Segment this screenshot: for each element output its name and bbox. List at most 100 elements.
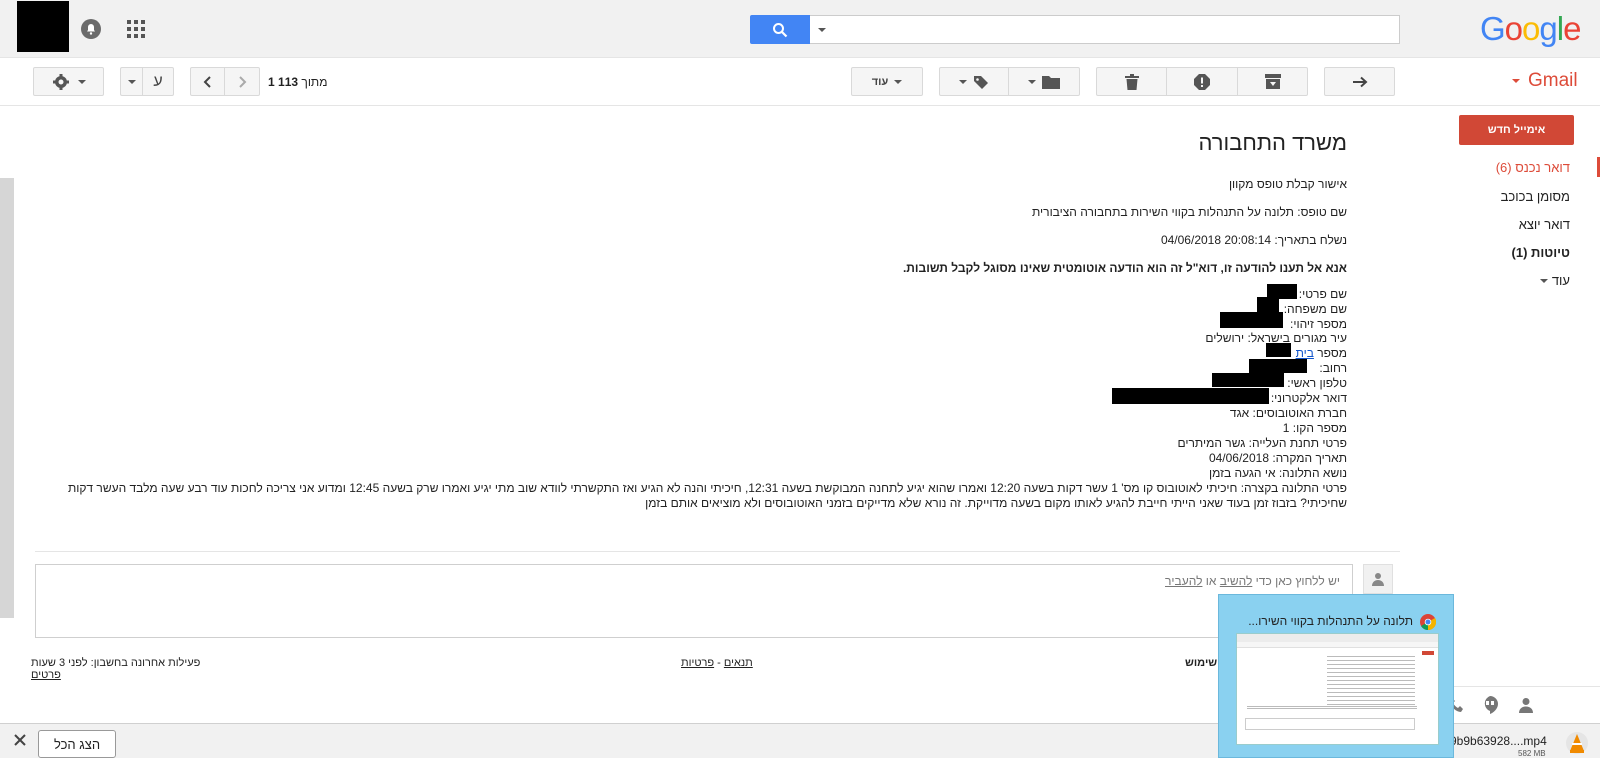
delete-button[interactable]	[1096, 67, 1167, 96]
compose-button[interactable]: אימייל חדש	[1459, 115, 1574, 145]
search-options-dropdown[interactable]	[810, 15, 834, 44]
account-avatar[interactable]	[17, 1, 69, 52]
chrome-icon	[1420, 614, 1437, 631]
auto-reply-warning: אנא אל תענו להודעה זו, דוא"ל זה הוא הודע…	[902, 261, 1347, 275]
folder-icon	[1042, 75, 1060, 89]
sidebar-item-label: דואר יוצא	[1518, 217, 1570, 232]
sidebar-item-label: עוד	[1551, 273, 1570, 288]
reply-prompt: יש ללחוץ כאן כדי להשיב או להעביר	[1165, 574, 1340, 588]
thumbnail-reply-box	[1245, 718, 1415, 730]
newer-button[interactable]	[190, 67, 225, 96]
redaction-block	[1266, 343, 1291, 357]
person-icon	[1372, 573, 1384, 586]
sidebar-item-starred[interactable]: מסומן בכוכב	[1501, 189, 1570, 204]
field-house-number: מספר בית	[1296, 346, 1347, 360]
field-first-name: שם פרטי:	[1298, 287, 1347, 301]
message-line: שם טופס: תלונה על התנהלות בקווי השירות ב…	[1031, 205, 1347, 219]
field-phone: טלפון ראשי:	[1287, 376, 1347, 390]
field-boarding-station: פרטי תחנת העלייה: גשר המיתרים	[1177, 436, 1348, 450]
field-line-number: מספר הקו: 1	[1282, 421, 1347, 435]
gmail-app-menu[interactable]: Gmail	[1512, 70, 1578, 92]
labels-button[interactable]	[939, 67, 1009, 96]
download-file-size: 582 MB	[1518, 749, 1546, 758]
settings-button[interactable]	[33, 67, 104, 96]
redaction-block	[1112, 388, 1269, 404]
download-file-name[interactable]: 9b9b63928....mp4	[1450, 734, 1547, 748]
window-preview-popup[interactable]: תלונה על התנהלות בקווי השירו...	[1218, 594, 1454, 758]
left-scrollbar[interactable]	[0, 178, 14, 618]
contacts-person-icon[interactable]	[1518, 697, 1534, 713]
field-street: רחוב:	[1319, 361, 1347, 375]
sidebar-item-label: מסומן בכוכב	[1500, 189, 1570, 204]
sidebar-item-drafts[interactable]: טיוטות (1)	[1511, 245, 1570, 260]
gmail-label: Gmail	[1528, 70, 1578, 91]
language-button[interactable]: ע	[142, 67, 174, 96]
redaction-block	[1249, 359, 1307, 373]
last-activity: פעילות אחרונה בחשבון: לפני 3 שעות	[31, 657, 201, 669]
older-button[interactable]	[225, 67, 260, 96]
field-complaint-subject: נושא התלונה: אי הגעה בזמן	[1208, 466, 1347, 480]
spam-alert-icon	[1194, 73, 1210, 90]
archive-icon	[1264, 74, 1281, 89]
message-line: אישור קבלת טופס מקוון	[1228, 177, 1347, 191]
message-line: נשלח בתאריך: 20:08:14 04/06/2018	[1160, 233, 1347, 247]
apps-grid-icon[interactable]	[127, 20, 145, 38]
field-complaint-details: פרטי התלונה בקצרה: חיכיתי לאוטובוס קו מס…	[67, 481, 1347, 495]
terms-link[interactable]: תנאים	[724, 657, 753, 669]
chevron-down-icon	[127, 79, 136, 84]
thumbnail-text-lines	[1327, 656, 1415, 706]
chevron-down-icon	[1512, 79, 1520, 83]
search-input[interactable]	[834, 15, 1400, 44]
pager-text: 1 מתוך 113	[268, 75, 327, 89]
hangouts-icon[interactable]	[1481, 695, 1499, 715]
field-complaint-details: שחיכיתי? בזבוז זמן בעוד שאני הייתי חייבת…	[645, 496, 1347, 510]
thumbnail-long-lines	[1247, 706, 1417, 710]
sidebar-item-label: דואר נכנס (6)	[1495, 160, 1570, 175]
chevron-down-icon	[894, 79, 903, 84]
pager-total: 113	[278, 75, 299, 89]
sidebar-item-inbox[interactable]: דואר נכנס (6)	[1496, 160, 1570, 175]
chevron-down-icon	[77, 79, 86, 84]
move-to-button[interactable]	[1009, 67, 1080, 96]
redaction-block	[1257, 297, 1279, 313]
more-button[interactable]: עוד	[851, 67, 923, 96]
field-bus-company: חברת האוטובוסים: אגד	[1229, 406, 1347, 420]
archive-button[interactable]	[1238, 67, 1308, 96]
vlc-file-icon[interactable]	[1566, 731, 1588, 755]
reply-box[interactable]: יש ללחוץ כאן כדי להשיב או להעביר	[35, 564, 1353, 638]
chevron-down-icon	[818, 27, 826, 32]
close-icon[interactable]	[13, 733, 27, 747]
pager-of: מתוך	[301, 75, 328, 89]
sidebar-item-more[interactable]: עוד	[1539, 273, 1570, 288]
more-label: עוד	[871, 75, 889, 88]
chevron-down-icon	[959, 79, 967, 84]
chevron-down-icon	[1028, 79, 1036, 84]
sidebar-item-sent[interactable]: דואר יוצא	[1519, 217, 1570, 232]
report-spam-button[interactable]	[1167, 67, 1238, 96]
thumbnail-toolbar	[1237, 642, 1438, 648]
redaction-block	[1212, 373, 1284, 387]
usage-label: שימוש	[1185, 657, 1218, 669]
thumbnail-compose	[1422, 651, 1434, 655]
language-dropdown-arrow[interactable]	[120, 67, 142, 96]
forward-link[interactable]: להעביר	[1165, 574, 1202, 588]
search-icon	[773, 22, 788, 37]
field-incident-date: תאריך המקרה: 04/06/2018	[1208, 451, 1347, 465]
house-link[interactable]: בית	[1296, 346, 1314, 360]
trash-icon	[1124, 73, 1139, 90]
message-divider	[35, 551, 1400, 552]
notifications-icon[interactable]	[81, 19, 101, 39]
language-label: ע	[153, 72, 163, 90]
thumbnail-header	[1237, 634, 1438, 642]
hangouts-bar	[1440, 686, 1600, 687]
reply-link[interactable]: להשיב	[1220, 574, 1253, 588]
chevron-left-icon	[203, 75, 211, 88]
privacy-link[interactable]: פרטיות	[681, 657, 714, 669]
activity-details-link[interactable]: פרטים	[31, 669, 61, 681]
search-button[interactable]	[750, 15, 810, 44]
google-logo[interactable]: Google	[1480, 10, 1581, 48]
reply-prompt-prefix: יש ללחוץ כאן כדי	[1255, 574, 1340, 588]
show-all-button[interactable]: הצג הכל	[38, 730, 116, 758]
forward-button[interactable]	[1324, 67, 1395, 96]
gear-icon	[52, 73, 69, 90]
